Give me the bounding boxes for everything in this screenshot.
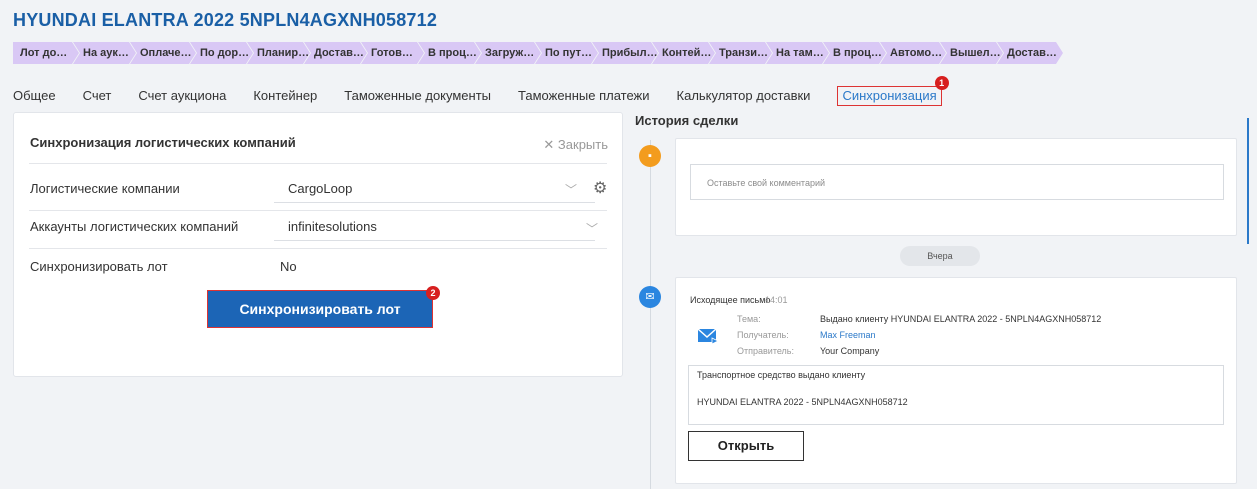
- comment-input[interactable]: Оставьте свой комментарий: [690, 164, 1224, 200]
- sync-lot-button[interactable]: Синхронизировать лот: [207, 290, 433, 328]
- email-body-line: HYUNDAI ELANTRA 2022 - 5NPLN4AGXNH058712: [697, 397, 908, 407]
- sync-lot-value: No: [280, 259, 297, 274]
- stage-item[interactable]: Лот до…: [13, 42, 79, 64]
- stage-item[interactable]: Прибыл…: [592, 42, 658, 64]
- tab-bar: Общее Счет Счет аукциона Контейнер Тамож…: [13, 76, 969, 106]
- sender-value: Your Company: [820, 346, 880, 356]
- field-label: Логистические компании: [30, 181, 180, 196]
- stage-item[interactable]: Транзи…: [709, 42, 772, 64]
- recipient-link[interactable]: Max Freeman: [820, 330, 876, 340]
- stage-item[interactable]: Готов…: [361, 42, 424, 64]
- stage-item[interactable]: Планир…: [247, 42, 310, 64]
- stage-item[interactable]: Достав…: [997, 42, 1063, 64]
- divider: [29, 163, 607, 164]
- stage-item[interactable]: Автомо…: [880, 42, 946, 64]
- email-icon: ✉: [639, 286, 661, 308]
- stage-item[interactable]: Оплаче…: [130, 42, 196, 64]
- page-title: HYUNDAI ELANTRA 2022 5NPLN4AGXNH058712: [13, 10, 438, 30]
- stage-item[interactable]: На аук…: [73, 42, 136, 64]
- logistics-company-select[interactable]: CargoLoop: [288, 181, 352, 196]
- field-label: Аккаунты логистических компаний: [30, 219, 239, 234]
- tab-auction-invoice[interactable]: Счет аукциона: [138, 88, 226, 106]
- stage-item[interactable]: По дор…: [190, 42, 253, 64]
- open-button[interactable]: Открыть: [688, 431, 804, 461]
- stage-item[interactable]: В проц…: [418, 42, 481, 64]
- chevron-down-icon[interactable]: ﹀: [586, 220, 598, 237]
- history-title: История сделки: [635, 113, 739, 128]
- select-underline: [274, 240, 595, 241]
- envelope-icon: [697, 328, 719, 345]
- sender-label: Отправитель:: [737, 346, 794, 356]
- date-separator: Вчера: [900, 246, 980, 266]
- tab-sync-label: Синхронизация: [842, 88, 937, 103]
- stage-item[interactable]: Загруж…: [475, 42, 541, 64]
- stage-item[interactable]: В проц…: [823, 42, 886, 64]
- tab-general[interactable]: Общее: [13, 88, 56, 106]
- tab-invoice[interactable]: Счет: [83, 88, 112, 106]
- stage-item[interactable]: На там…: [766, 42, 829, 64]
- stage-item[interactable]: Достав…: [304, 42, 367, 64]
- email-type: Исходящее письмо: [690, 295, 771, 305]
- subject-label: Тема:: [737, 314, 761, 324]
- tab-delivery-calculator[interactable]: Калькулятор доставки: [677, 88, 811, 106]
- email-body: Транспортное средство выдано клиенту HYU…: [688, 365, 1224, 425]
- divider: [29, 210, 607, 211]
- comment-card: Оставьте свой комментарий: [675, 138, 1237, 236]
- sync-panel: Синхронизация логистических компаний ✕ З…: [13, 112, 623, 377]
- field-label: Синхронизировать лот: [30, 259, 168, 274]
- email-body-line: Транспортное средство выдано клиенту: [697, 370, 866, 380]
- close-label: Закрыть: [557, 137, 608, 152]
- step-badge: 2: [426, 286, 440, 300]
- divider: [29, 248, 607, 249]
- select-underline: [274, 202, 595, 203]
- step-badge: 1: [934, 76, 949, 90]
- email-card: Исходящее письмо 14:01 Тема: Выдано клие…: [675, 277, 1237, 484]
- tab-sync[interactable]: Синхронизация 1: [837, 76, 949, 106]
- chevron-down-icon[interactable]: ﹀: [565, 181, 577, 198]
- close-icon: ✕: [543, 137, 555, 152]
- logistics-account-select[interactable]: infinitesolutions: [288, 219, 377, 234]
- stage-item[interactable]: Контей…: [652, 42, 715, 64]
- tab-container[interactable]: Контейнер: [253, 88, 317, 106]
- recipient-label: Получатель:: [737, 330, 789, 340]
- email-time: 14:01: [765, 295, 788, 305]
- panel-title: Синхронизация логистических компаний: [30, 135, 296, 150]
- gear-icon[interactable]: ⚙: [593, 178, 607, 198]
- tab-customs-documents[interactable]: Таможенные документы: [344, 88, 491, 106]
- comment-icon: ▪: [639, 145, 661, 167]
- stage-item[interactable]: Вышел…: [940, 42, 1003, 64]
- close-button[interactable]: ✕ Закрыть: [543, 137, 608, 153]
- subject-value: Выдано клиенту HYUNDAI ELANTRA 2022 - 5N…: [820, 314, 1102, 324]
- scrollbar[interactable]: [1247, 118, 1249, 244]
- stage-item[interactable]: По пут…: [535, 42, 598, 64]
- tab-customs-payments[interactable]: Таможенные платежи: [518, 88, 650, 106]
- stage-bar: Лот до… На аук… Оплаче… По дор… Планир… …: [13, 42, 1257, 64]
- timeline-line: [650, 140, 651, 489]
